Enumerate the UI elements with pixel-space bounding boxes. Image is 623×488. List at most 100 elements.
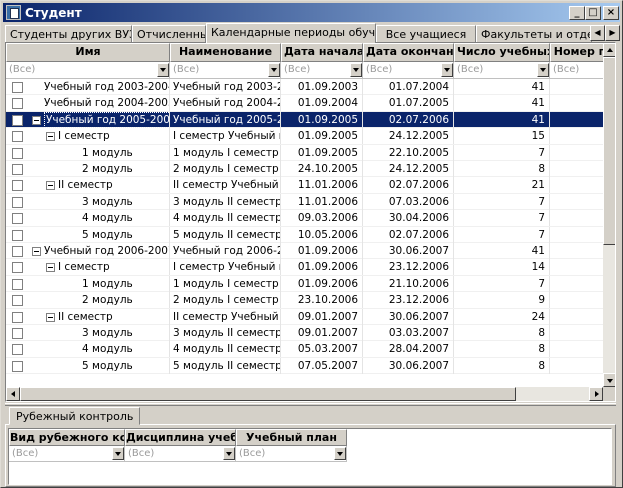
table-row[interactable]: Учебный год 2004-2005Учебный год 2004-2.… [6, 95, 603, 112]
close-button[interactable]: × [603, 6, 619, 20]
table-row[interactable]: 5 модуль 5 модуль II семестр ...07.05.200… [6, 357, 603, 375]
table-row[interactable]: I семестр I семестр Учебный г...01.09.200… [6, 128, 603, 145]
cell-start: 09.01.2007 [281, 308, 363, 325]
row-checkbox[interactable] [12, 213, 23, 225]
row-checkbox[interactable] [12, 328, 23, 339]
col-header-end[interactable]: Дата окончани... [363, 43, 454, 62]
cell-start: 01.09.2006 [281, 259, 363, 276]
table-row[interactable]: Учебный год 2005-2006Учебный год 2005-2.… [6, 111, 603, 129]
col-header-start[interactable]: Дата начала ... [281, 43, 363, 62]
table-row[interactable]: 1 модуль 1 модуль I семестр У...01.09.200… [6, 275, 603, 293]
row-checkbox[interactable] [12, 360, 23, 372]
collapse-icon[interactable] [32, 247, 41, 256]
collapse-icon[interactable] [32, 115, 41, 125]
filter-name[interactable]: (Все) [6, 62, 170, 79]
dropdown-arrow-icon[interactable] [537, 63, 549, 77]
cell-name: 5 модуль [6, 226, 170, 243]
collapse-icon[interactable] [46, 132, 55, 142]
tab-milestone-control[interactable]: Рубежный контроль [9, 407, 141, 425]
row-checkbox[interactable] [12, 262, 23, 274]
col-header-number[interactable]: Номер п [550, 43, 603, 62]
col-header-count[interactable]: Число учебных ... [454, 43, 550, 62]
row-checkbox[interactable] [12, 344, 23, 356]
row-checkbox[interactable] [12, 295, 23, 307]
row-checkbox[interactable] [12, 246, 23, 257]
main-window: Студент _ □ × Студенты других ВУЗов Отчи… [0, 0, 623, 488]
dropdown-arrow-icon[interactable] [268, 63, 280, 77]
scroll-up-icon[interactable] [603, 43, 615, 57]
cell-end: 30.04.2006 [363, 210, 454, 227]
cell-name: 2 модуль [6, 161, 170, 177]
col-header-curriculum[interactable]: Учебный план [236, 429, 347, 446]
row-name: 2 модуль [82, 163, 133, 175]
vertical-scroll-thumb[interactable] [603, 57, 615, 245]
table-row[interactable]: 2 модуль 2 модуль I семестр У...23.10.200… [6, 292, 603, 309]
cell-number [550, 309, 603, 325]
dropdown-arrow-icon[interactable] [157, 63, 169, 77]
tab-all-students[interactable]: Все учащиеся [376, 25, 476, 43]
collapse-icon[interactable] [46, 312, 55, 322]
row-checkbox[interactable] [12, 114, 23, 126]
cell-number [550, 112, 603, 128]
row-checkbox[interactable] [12, 98, 23, 110]
filter-discipline[interactable]: (Все) [125, 446, 236, 462]
cell-name: 1 модуль [6, 144, 170, 161]
tab-other-universities[interactable]: Студенты других ВУЗов [5, 25, 132, 43]
table-row[interactable]: 3 модуль 3 модуль II семестр ...11.01.200… [6, 193, 603, 211]
row-checkbox[interactable] [12, 131, 23, 143]
table-row[interactable]: 4 модуль 4 модуль II семестр ...09.03.200… [6, 210, 603, 227]
col-header-title[interactable]: Наименование [170, 43, 281, 62]
dropdown-arrow-icon[interactable] [441, 63, 453, 77]
collapse-icon[interactable] [46, 263, 55, 273]
table-row[interactable]: II семестр II семестр Учебный г...09.01.2… [6, 308, 603, 325]
table-row[interactable]: Учебный год 2003-2004Учебный год 2003-2.… [6, 79, 603, 96]
filter-control-type[interactable]: (Все) [9, 446, 125, 462]
filter-start[interactable]: (Все) [281, 62, 363, 79]
filter-curriculum[interactable]: (Все) [236, 446, 347, 462]
filter-number[interactable]: (Все) [550, 62, 603, 79]
dropdown-arrow-icon[interactable] [112, 447, 124, 460]
maximize-button[interactable]: □ [585, 6, 601, 20]
splitter[interactable] [5, 403, 616, 406]
table-row[interactable]: 4 модуль 4 модуль II семестр ...05.03.200… [6, 341, 603, 358]
filter-title[interactable]: (Все) [170, 62, 281, 79]
vertical-scrollbar[interactable] [603, 43, 615, 387]
col-header-discipline[interactable]: Дисциплина учебн... [125, 429, 236, 446]
table-row[interactable]: I семестр I семестр Учебный г...01.09.200… [6, 259, 603, 276]
scroll-down-icon[interactable] [603, 373, 615, 387]
table-row[interactable]: 5 модуль 5 модуль II семестр ...10.05.200… [6, 226, 603, 243]
table-row[interactable]: 3 модуль 3 модуль II семестр ...09.01.200… [6, 325, 603, 342]
col-header-name[interactable]: Имя [6, 43, 170, 62]
row-checkbox[interactable] [12, 180, 23, 192]
row-checkbox[interactable] [12, 278, 23, 290]
table-row[interactable]: 1 модуль 1 модуль I семестр У...01.09.200… [6, 144, 603, 161]
table-row[interactable]: 2 модуль 2 модуль I семестр У...24.10.200… [6, 161, 603, 178]
title-bar[interactable]: Студент _ □ × [3, 3, 620, 22]
tab-expelled[interactable]: Отчисленные [132, 25, 206, 43]
filter-end[interactable]: (Все) [363, 62, 454, 79]
tab-calendar-periods[interactable]: Календарные периоды обучения [206, 23, 376, 43]
scroll-left-icon[interactable] [6, 387, 20, 401]
dropdown-arrow-icon[interactable] [334, 447, 346, 460]
tab-scroll-left-icon[interactable]: ◀ [590, 25, 605, 41]
row-checkbox[interactable] [12, 229, 23, 241]
row-checkbox[interactable] [12, 82, 23, 93]
collapse-icon[interactable] [46, 181, 55, 191]
row-name: 3 модуль [82, 327, 133, 339]
scroll-right-icon[interactable] [589, 387, 603, 401]
row-checkbox[interactable] [12, 311, 23, 323]
filter-count[interactable]: (Все) [454, 62, 550, 79]
row-checkbox[interactable] [12, 196, 23, 208]
tab-scroll-right-icon[interactable]: ▶ [605, 25, 620, 41]
horizontal-scroll-thumb[interactable] [20, 387, 516, 401]
dropdown-arrow-icon[interactable] [350, 63, 362, 77]
table-row[interactable]: II семестр II семестр Учебный г...11.01.2… [6, 177, 603, 194]
col-header-control-type[interactable]: Вид рубежного ко... [9, 429, 125, 446]
row-checkbox[interactable] [12, 147, 23, 159]
table-row[interactable]: Учебный год 2006-2007Учебный год 2006-2.… [6, 243, 603, 260]
minimize-button[interactable]: _ [569, 6, 585, 20]
row-checkbox[interactable] [12, 164, 23, 175]
tab-faculties[interactable]: Факультеты и отделе [476, 25, 592, 43]
horizontal-scrollbar[interactable] [6, 387, 603, 401]
dropdown-arrow-icon[interactable] [223, 447, 235, 460]
